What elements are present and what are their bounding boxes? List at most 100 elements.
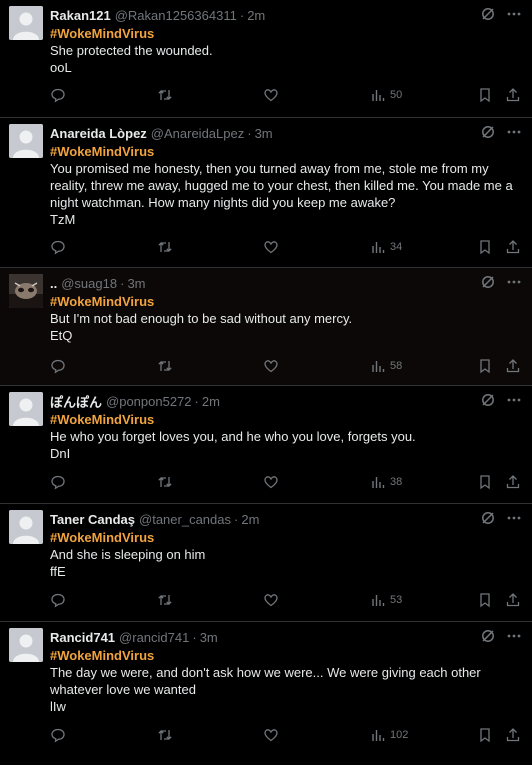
view-count: 50 bbox=[390, 89, 403, 101]
hashtag-link[interactable]: #WokeMindVirus bbox=[50, 25, 522, 42]
views-button[interactable]: 102 bbox=[370, 727, 408, 743]
timestamp[interactable]: 3m bbox=[200, 630, 218, 645]
share-button[interactable] bbox=[505, 592, 521, 608]
share-icon bbox=[505, 727, 521, 743]
more-icon[interactable] bbox=[506, 124, 522, 140]
views-button[interactable]: 50 bbox=[370, 87, 402, 103]
more-icon[interactable] bbox=[506, 274, 522, 290]
grok-icon[interactable] bbox=[480, 6, 496, 22]
avatar[interactable] bbox=[9, 124, 43, 158]
hashtag-link[interactable]: #WokeMindVirus bbox=[50, 143, 522, 160]
tweet[interactable]: .. @suag18 · 3m #WokeMindVirus But I'm n… bbox=[0, 268, 532, 386]
user-handle[interactable]: @taner_candas bbox=[139, 512, 231, 527]
timestamp[interactable]: 2m bbox=[241, 512, 259, 527]
timestamp[interactable]: 2m bbox=[247, 8, 265, 23]
display-name[interactable]: ぽんぽん bbox=[50, 392, 102, 411]
views-button[interactable]: 53 bbox=[370, 592, 402, 608]
grok-icon[interactable] bbox=[480, 392, 496, 408]
avatar[interactable] bbox=[9, 274, 43, 308]
like-button[interactable] bbox=[263, 87, 279, 103]
reply-button[interactable] bbox=[50, 87, 66, 103]
avatar[interactable] bbox=[9, 628, 43, 662]
bookmark-button[interactable] bbox=[477, 592, 493, 608]
grok-icon[interactable] bbox=[480, 124, 496, 140]
tweet-text-suffix: TzM bbox=[50, 212, 76, 227]
display-name[interactable]: .. bbox=[50, 276, 57, 291]
reply-button[interactable] bbox=[50, 358, 66, 374]
separator-dot: · bbox=[247, 126, 252, 141]
display-name[interactable]: Rancid741 bbox=[50, 630, 115, 645]
tweet[interactable]: ぽんぽん @ponpon5272 · 2m #WokeMindVirus He … bbox=[0, 386, 532, 504]
avatar[interactable] bbox=[9, 6, 43, 40]
hashtag-link[interactable]: #WokeMindVirus bbox=[50, 411, 522, 428]
reply-button[interactable] bbox=[50, 474, 66, 490]
timestamp[interactable]: 2m bbox=[202, 394, 220, 409]
view-count: 102 bbox=[390, 729, 409, 741]
bookmark-button[interactable] bbox=[477, 87, 493, 103]
views-button[interactable]: 34 bbox=[370, 239, 402, 255]
reply-button[interactable] bbox=[50, 239, 66, 255]
user-handle[interactable]: @AnareidaLpez bbox=[151, 126, 244, 141]
share-button[interactable] bbox=[505, 358, 521, 374]
hashtag-link[interactable]: #WokeMindVirus bbox=[50, 293, 522, 310]
action-bar: 34 bbox=[50, 239, 522, 257]
tweet[interactable]: Anareida Lòpez @AnareidaLpez · 3m #WokeM… bbox=[0, 118, 532, 268]
bookmark-button[interactable] bbox=[477, 239, 493, 255]
more-icon[interactable] bbox=[506, 392, 522, 408]
grok-icon[interactable] bbox=[480, 628, 496, 644]
bookmark-button[interactable] bbox=[477, 474, 493, 490]
retweet-button[interactable] bbox=[157, 474, 173, 490]
display-name[interactable]: Anareida Lòpez bbox=[50, 126, 147, 141]
grok-icon[interactable] bbox=[480, 274, 496, 290]
tweet[interactable]: Rancid741 @rancid741 · 3m #WokeMindVirus… bbox=[0, 622, 532, 765]
display-name[interactable]: Rakan121 bbox=[50, 8, 111, 23]
share-button[interactable] bbox=[505, 87, 521, 103]
like-button[interactable] bbox=[263, 358, 279, 374]
bookmark-button[interactable] bbox=[477, 727, 493, 743]
separator-dot: · bbox=[192, 630, 197, 645]
separator-dot: · bbox=[234, 512, 239, 527]
more-icon[interactable] bbox=[506, 6, 522, 22]
retweet-button[interactable] bbox=[157, 592, 173, 608]
like-button[interactable] bbox=[263, 239, 279, 255]
user-handle[interactable]: @ponpon5272 bbox=[106, 394, 192, 409]
share-button[interactable] bbox=[505, 474, 521, 490]
timestamp[interactable]: 3m bbox=[127, 276, 145, 291]
like-button[interactable] bbox=[263, 592, 279, 608]
tweet[interactable]: Rakan121 @Rakan1256364311 · 2m #WokeMind… bbox=[0, 0, 532, 118]
hashtag-link[interactable]: #WokeMindVirus bbox=[50, 529, 522, 546]
user-handle[interactable]: @rancid741 bbox=[119, 630, 189, 645]
retweet-button[interactable] bbox=[157, 87, 173, 103]
views-icon bbox=[370, 358, 386, 374]
more-icon[interactable] bbox=[506, 628, 522, 644]
display-name[interactable]: Taner Candaş bbox=[50, 512, 135, 527]
tweet-text-suffix: EtQ bbox=[50, 328, 73, 343]
share-button[interactable] bbox=[505, 727, 521, 743]
reply-button[interactable] bbox=[50, 727, 66, 743]
user-handle[interactable]: @Rakan1256364311 bbox=[115, 8, 237, 23]
tweet[interactable]: Taner Candaş @taner_candas · 2m #WokeMin… bbox=[0, 504, 532, 622]
like-button[interactable] bbox=[263, 727, 279, 743]
user-handle[interactable]: @suag18 bbox=[61, 276, 117, 291]
retweet-button[interactable] bbox=[157, 239, 173, 255]
retweet-icon bbox=[157, 474, 173, 490]
views-icon bbox=[370, 727, 386, 743]
bookmark-button[interactable] bbox=[477, 358, 493, 374]
hashtag-link[interactable]: #WokeMindVirus bbox=[50, 647, 522, 664]
like-button[interactable] bbox=[263, 474, 279, 490]
retweet-button[interactable] bbox=[157, 727, 173, 743]
views-button[interactable]: 58 bbox=[370, 358, 402, 374]
timestamp[interactable]: 3m bbox=[255, 126, 273, 141]
views-button[interactable]: 38 bbox=[370, 474, 402, 490]
share-button[interactable] bbox=[505, 239, 521, 255]
like-icon bbox=[263, 87, 279, 103]
retweet-icon bbox=[157, 239, 173, 255]
share-icon bbox=[505, 87, 521, 103]
separator-dot: · bbox=[239, 8, 245, 23]
more-icon[interactable] bbox=[506, 510, 522, 526]
retweet-button[interactable] bbox=[157, 358, 173, 374]
avatar[interactable] bbox=[9, 510, 43, 544]
avatar[interactable] bbox=[9, 392, 43, 426]
reply-button[interactable] bbox=[50, 592, 66, 608]
grok-icon[interactable] bbox=[480, 510, 496, 526]
